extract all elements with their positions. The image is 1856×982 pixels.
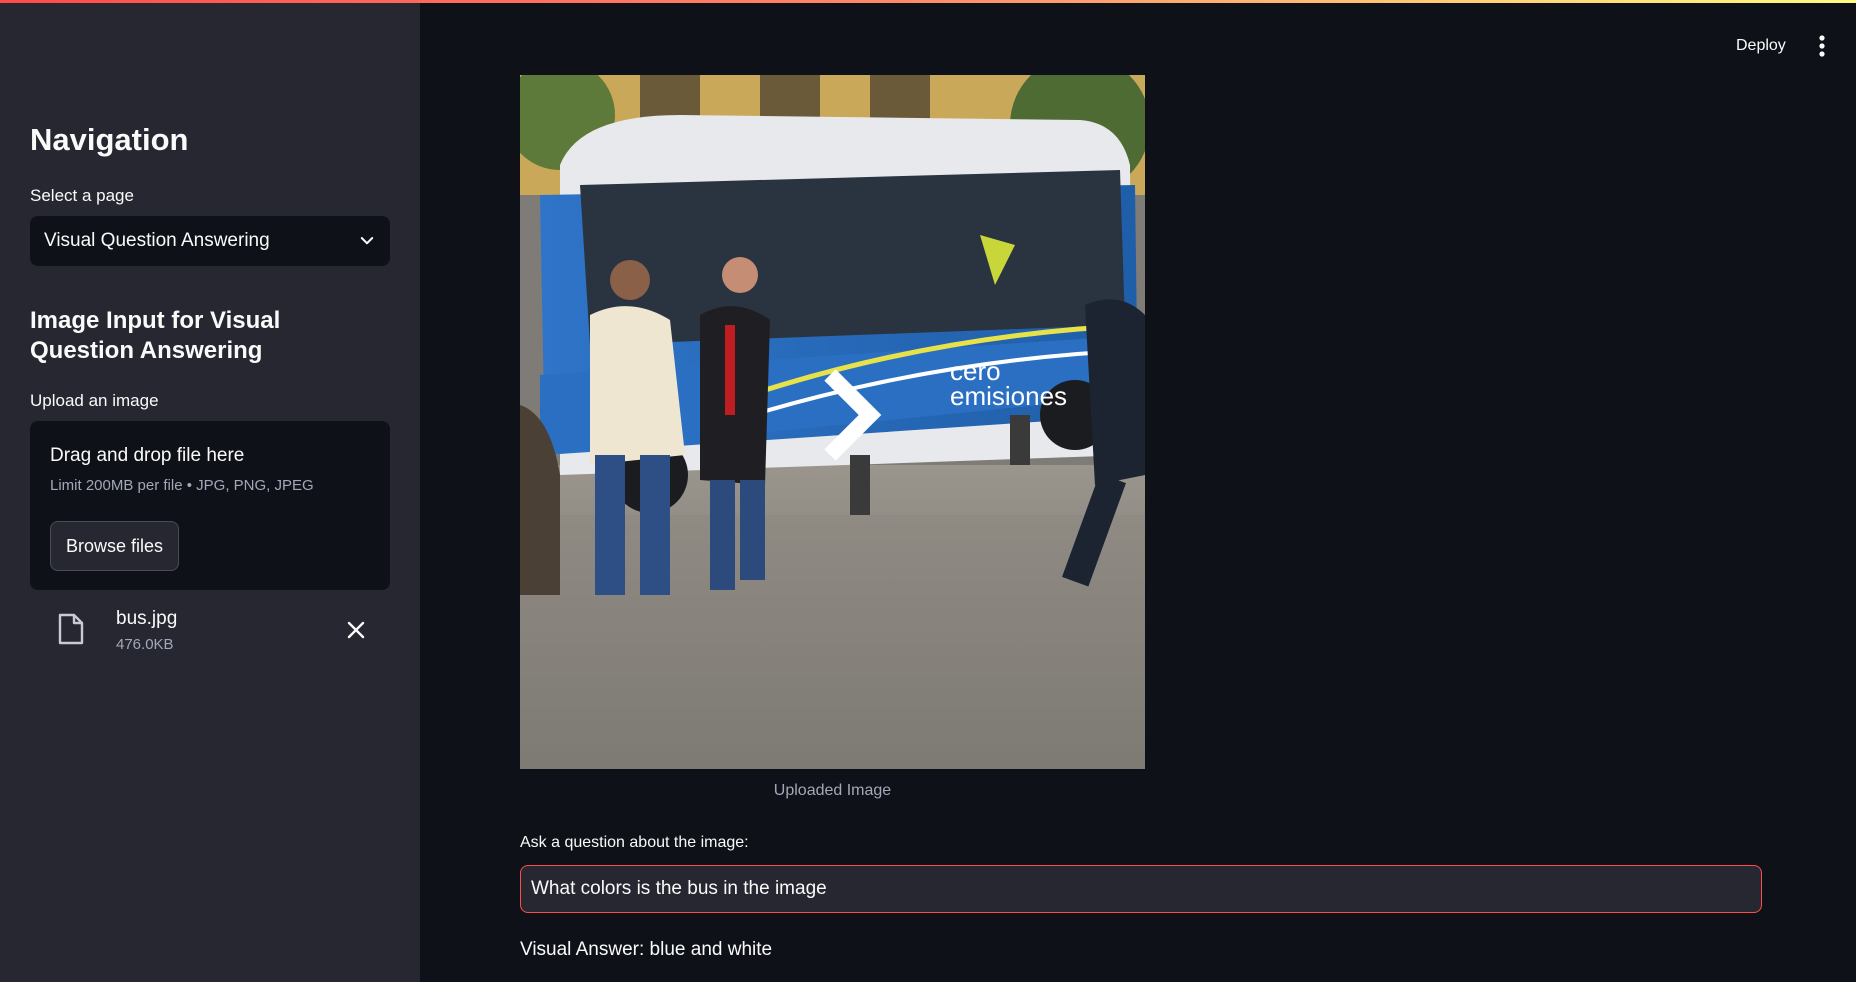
- uploaded-file-item: bus.jpg 476.0KB: [30, 604, 390, 664]
- dropzone-title: Drag and drop file here: [50, 445, 245, 466]
- browse-files-button[interactable]: Browse files: [50, 521, 180, 571]
- question-input[interactable]: [520, 865, 1762, 913]
- close-icon[interactable]: [344, 618, 368, 642]
- upload-label: Upload an image: [30, 391, 159, 410]
- uploaded-image: cero emisiones: [520, 75, 1145, 769]
- file-icon: [58, 613, 84, 645]
- dropzone-limit-text: Limit 200MB per file • JPG, PNG, JPEG: [50, 477, 314, 494]
- section-title: Image Input for Visual Question Answerin…: [30, 307, 281, 364]
- svg-text:emisiones: emisiones: [950, 381, 1067, 411]
- file-name: bus.jpg: [116, 608, 178, 629]
- top-decoration-bar: [0, 0, 1856, 3]
- sidebar-title: Navigation: [30, 122, 189, 157]
- image-caption: Uploaded Image: [773, 782, 892, 799]
- select-page-label: Select a page: [30, 186, 134, 205]
- kebab-menu-icon[interactable]: [1808, 30, 1836, 62]
- chevron-down-icon: [360, 237, 374, 245]
- question-label: Ask a question about the image:: [520, 834, 749, 851]
- visual-answer: Visual Answer: blue and white: [520, 939, 773, 960]
- page-select-value: Visual Question Answering: [44, 230, 270, 251]
- page-select[interactable]: Visual Question Answering: [30, 216, 390, 266]
- file-size: 476.0KB: [116, 636, 174, 653]
- deploy-button[interactable]: Deploy: [1722, 30, 1800, 62]
- file-dropzone[interactable]: Drag and drop file here Limit 200MB per …: [30, 421, 390, 590]
- sidebar: Navigation Select a page Visual Question…: [0, 0, 420, 982]
